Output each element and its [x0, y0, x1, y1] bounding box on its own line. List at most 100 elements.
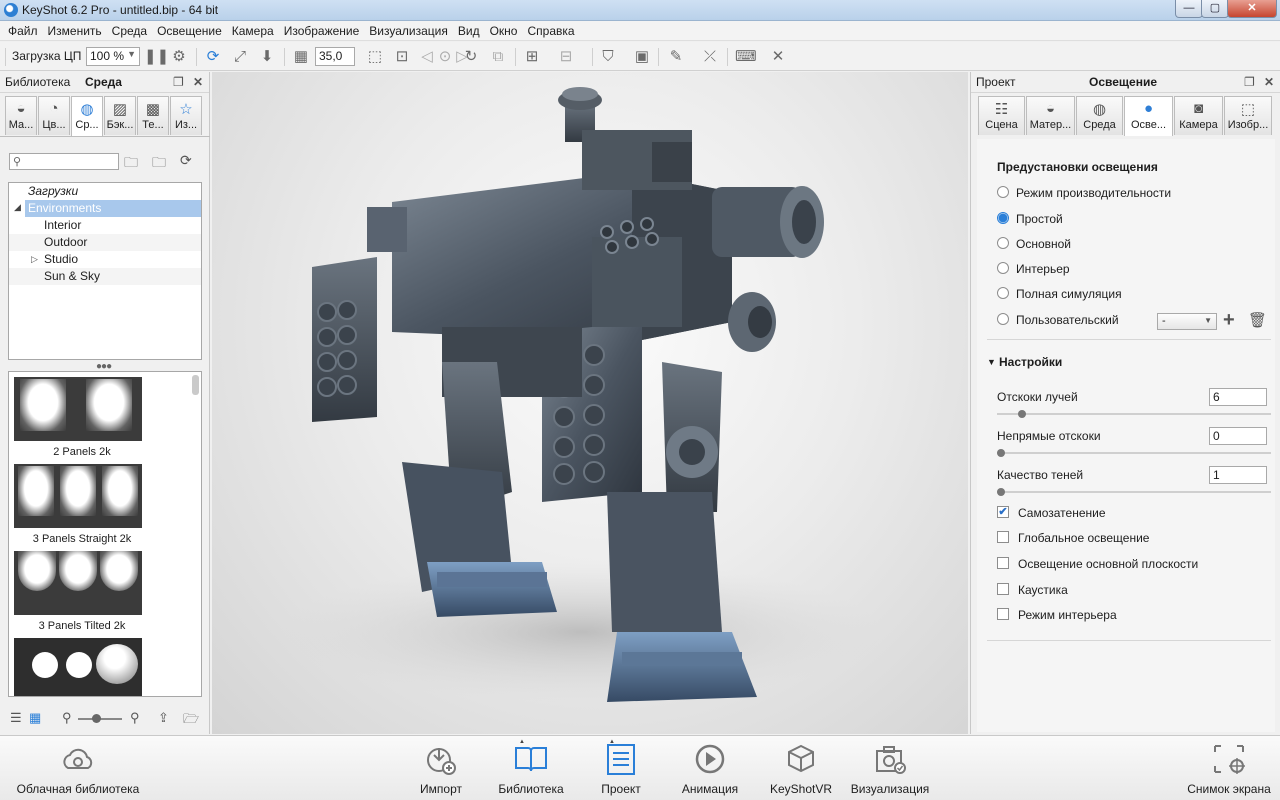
menu-render[interactable]: Визуализация	[364, 21, 453, 41]
collapse-arrow-icon[interactable]: ▷	[31, 251, 38, 268]
prev-camera-icon[interactable]: ◁	[418, 48, 436, 66]
maximize-button[interactable]: ▢	[1201, 0, 1229, 18]
camera-icon[interactable]: ⊙	[436, 48, 454, 66]
radio-button[interactable]	[997, 212, 1009, 224]
rotate-camera-icon[interactable]: ↻	[462, 48, 480, 66]
tab-environment[interactable]: Среда	[85, 75, 122, 89]
menu-environment[interactable]: Среда	[107, 21, 152, 41]
upload-icon[interactable]: ⇪	[158, 710, 169, 726]
radio-button[interactable]	[997, 287, 1009, 299]
tab-backplates[interactable]: ▨ Бэк...	[104, 96, 136, 135]
shield-icon[interactable]: ⛉	[599, 48, 617, 66]
checkbox[interactable]	[997, 608, 1009, 620]
checkbox[interactable]	[997, 531, 1009, 543]
animation-button[interactable]: Анимация	[675, 736, 745, 800]
add-geometry-icon[interactable]: ⊞	[523, 48, 541, 66]
render-button[interactable]: Визуализация	[848, 736, 932, 800]
fov-input[interactable]: 35,0	[315, 47, 355, 66]
tab-textures[interactable]: ▩ Те...	[137, 96, 169, 135]
indirect-bounces-input[interactable]: 0	[1209, 427, 1267, 445]
tab-materials[interactable]: ◒ Ма...	[5, 96, 37, 135]
checkbox[interactable]	[997, 583, 1009, 595]
menu-help[interactable]: Справка	[522, 21, 579, 41]
custom-preset-select[interactable]: - ▼	[1157, 313, 1217, 330]
menu-file[interactable]: Файл	[3, 21, 43, 41]
library-button[interactable]: ▲ Библиотека	[492, 736, 570, 800]
screenshot-button[interactable]: Снимок экрана	[1184, 736, 1274, 800]
tab-colors[interactable]: ◔ Цв...	[38, 96, 70, 135]
grid-view-icon[interactable]: ▦	[29, 710, 41, 726]
radio-button[interactable]	[997, 313, 1009, 325]
tumble-icon[interactable]: ⤫	[701, 48, 719, 66]
tab-image[interactable]: ⬚ Изобр...	[1224, 96, 1272, 135]
menu-camera[interactable]: Камера	[227, 21, 279, 41]
add-preset-icon[interactable]: +	[1223, 309, 1235, 332]
zoom-out-icon[interactable]: ⚲	[62, 710, 72, 726]
undock-icon[interactable]: ❐	[173, 75, 184, 89]
remove-folder-icon[interactable]: 🗀	[152, 152, 166, 176]
tree-item-sun-sky[interactable]: Sun & Sky	[9, 268, 201, 285]
shadow-quality-slider[interactable]	[997, 488, 1271, 496]
slider-knob[interactable]	[997, 488, 1005, 496]
script-console-icon[interactable]: ⌨	[735, 48, 757, 66]
keyshotvr-button[interactable]: KeyShotVR	[766, 736, 836, 800]
search-input[interactable]: ⚲	[9, 153, 119, 170]
refresh-icon[interactable]: ⟳	[180, 152, 192, 169]
tab-favorites[interactable]: ☆ Из...	[170, 96, 202, 135]
tab-camera[interactable]: ◙ Камера	[1174, 96, 1223, 135]
tab-scene[interactable]: ☷ Сцена	[978, 96, 1025, 135]
expand-arrow-icon[interactable]: ◢	[14, 202, 21, 213]
zoom-in-icon[interactable]: ⚲	[130, 710, 140, 726]
minimize-button[interactable]: —	[1175, 0, 1203, 18]
fit-view-icon[interactable]: ⤢	[231, 48, 249, 66]
thumbnail-3-panels-straight[interactable]	[14, 464, 142, 528]
close-button[interactable]: ✕	[1227, 0, 1277, 18]
tab-lighting-title[interactable]: Освещение	[1089, 75, 1157, 89]
tree-item-interior[interactable]: Interior	[9, 217, 201, 234]
camera-lock-icon[interactable]: ⊡	[393, 48, 411, 66]
copy-camera-icon[interactable]: ⧉	[489, 48, 507, 66]
walk-mode-icon[interactable]: ✕	[769, 48, 787, 66]
menu-window[interactable]: Окно	[485, 21, 523, 41]
menu-view[interactable]: Вид	[453, 21, 485, 41]
tab-project[interactable]: Проект	[976, 75, 1016, 89]
folder-import-icon[interactable]: 🗁	[183, 710, 199, 732]
geometry-view-icon[interactable]: ⊟	[557, 48, 575, 66]
thumbnail-2-panels[interactable]	[14, 377, 142, 441]
settings-title[interactable]: Настройки	[999, 355, 1062, 369]
tab-environments[interactable]: ◍ Ср...	[71, 96, 103, 136]
shadow-quality-input[interactable]: 1	[1209, 466, 1267, 484]
tree-item-downloads[interactable]: Загрузки	[9, 183, 201, 200]
performance-mode-icon[interactable]: ⚙	[170, 48, 188, 66]
undock-icon[interactable]: ❐	[1244, 75, 1255, 89]
thumbnail-size-slider[interactable]	[78, 714, 122, 723]
slider-knob[interactable]	[997, 449, 1005, 457]
collapse-arrow-icon[interactable]: ▼	[987, 357, 996, 367]
cloud-library-button[interactable]: Облачная библиотека	[10, 736, 146, 800]
menu-image[interactable]: Изображение	[279, 21, 365, 41]
thumbnail-3-panels-tilted[interactable]	[14, 551, 142, 615]
slider-knob[interactable]	[1017, 410, 1026, 418]
import-button[interactable]: Импорт	[412, 736, 470, 800]
tree-item-environments[interactable]: Environments	[25, 200, 201, 217]
ray-bounces-input[interactable]: 6	[1209, 388, 1267, 406]
render-viewport[interactable]	[212, 72, 968, 734]
scrollbar-thumb[interactable]	[192, 375, 199, 395]
presentation-mode-icon[interactable]: ▣	[633, 48, 651, 66]
close-icon[interactable]: ✕	[193, 75, 203, 89]
tab-library[interactable]: Библиотека	[5, 75, 70, 89]
radio-button[interactable]	[997, 237, 1009, 249]
radio-button[interactable]	[997, 186, 1009, 198]
list-view-icon[interactable]: ☰	[10, 710, 22, 726]
checkbox[interactable]	[997, 557, 1009, 569]
menu-edit[interactable]: Изменить	[43, 21, 107, 41]
refresh-icon[interactable]: ⟳	[204, 48, 222, 66]
tree-item-outdoor[interactable]: Outdoor	[9, 234, 201, 251]
region-render-icon[interactable]: ⬚	[366, 48, 384, 66]
drop-to-ground-icon[interactable]: ⬇	[258, 48, 276, 66]
tab-environment[interactable]: ◍ Среда	[1076, 96, 1123, 135]
new-folder-icon[interactable]: 🗀	[124, 152, 138, 176]
project-button[interactable]: ▲ Проект	[592, 736, 650, 800]
tab-material[interactable]: ◒ Матер...	[1026, 96, 1075, 135]
pause-icon[interactable]: ❚❚	[144, 48, 169, 66]
